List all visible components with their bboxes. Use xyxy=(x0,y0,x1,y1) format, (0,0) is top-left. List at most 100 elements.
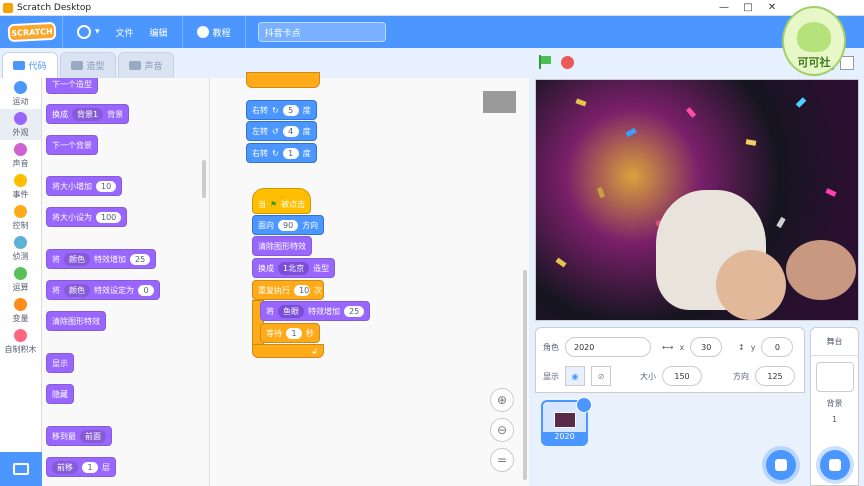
block-text: 右转 xyxy=(252,105,268,115)
category-my-blocks[interactable]: 自制积木 xyxy=(0,326,41,357)
category-label: 声音 xyxy=(12,158,29,168)
zoom-out-button[interactable]: ⊖ xyxy=(490,418,514,442)
block-next-costume[interactable]: 下一个造型 xyxy=(46,78,98,94)
size-set-input[interactable]: 100 xyxy=(96,211,122,223)
choose-backdrop-button[interactable] xyxy=(820,450,850,480)
tab-code[interactable]: 代码 xyxy=(2,52,58,78)
sprite-thumbnail xyxy=(483,91,516,113)
stop-button[interactable] xyxy=(561,56,574,69)
category-sensing[interactable]: 侦测 xyxy=(0,233,41,264)
block-set-effect[interactable]: 将颜色 特效设定为 0 xyxy=(46,280,160,300)
block-show[interactable]: 显示 xyxy=(46,353,74,373)
maximize-button[interactable]: □ xyxy=(736,2,760,13)
repeat-count-input[interactable]: 10 xyxy=(294,284,310,296)
block-wait[interactable]: 等待 1 秒 xyxy=(260,323,320,343)
turn-left-input[interactable]: 4 xyxy=(282,125,299,137)
show-label: 显示 xyxy=(543,371,559,381)
block-hide[interactable]: 隐藏 xyxy=(46,384,74,404)
script-workspace[interactable]: 右转 ↻ 5 度 左转 ↺ 4 度 右转 ↻ 1 度 当 ⚑ 被点击 面向 90 方向 清除图形特效 换成… xyxy=(210,72,529,486)
turn-right-input[interactable]: 1 xyxy=(282,147,299,159)
effect-change-input[interactable]: 25 xyxy=(130,253,151,265)
category-looks[interactable]: 外观 xyxy=(0,109,41,140)
category-motion[interactable]: 运动 xyxy=(0,78,41,109)
block-text: 等待 xyxy=(266,328,282,338)
repeat-block-end: ↲ xyxy=(252,344,324,358)
add-extension-button[interactable] xyxy=(0,452,42,486)
sensing-dot-icon xyxy=(14,235,27,249)
effect-change-input[interactable]: 25 xyxy=(344,305,365,317)
edit-menu[interactable]: 编辑 xyxy=(142,16,176,48)
y-arrows-icon: ↕ xyxy=(738,342,745,352)
tab-sounds[interactable]: 声音 xyxy=(118,52,174,78)
y-input[interactable]: 0 xyxy=(761,337,794,357)
file-menu[interactable]: 文件 xyxy=(108,16,142,48)
close-button[interactable]: ✕ xyxy=(760,2,784,13)
delete-sprite-button[interactable] xyxy=(576,397,592,413)
wait-seconds-input[interactable]: 1 xyxy=(286,327,302,339)
palette-scrollbar[interactable] xyxy=(202,160,206,198)
layer-direction-dropdown[interactable]: 前移 xyxy=(52,460,78,474)
block-text: 将大小增加 xyxy=(52,181,92,191)
block-clear-effects[interactable]: 清除图形特效 xyxy=(252,236,312,256)
tab-costumes[interactable]: 造型 xyxy=(60,52,116,78)
language-menu[interactable]: ▾ xyxy=(69,16,108,48)
category-label: 运动 xyxy=(12,96,29,106)
block-go-layers[interactable]: 前移 1 层 xyxy=(46,457,116,477)
hide-sprite-button[interactable]: ⊘ xyxy=(591,366,611,386)
choose-sprite-button[interactable] xyxy=(766,450,796,480)
scratch-logo[interactable]: SCRATCH xyxy=(7,21,57,43)
costume-dropdown[interactable]: 1北京 xyxy=(278,261,310,275)
sprite-name-input[interactable]: 2020 xyxy=(565,337,651,357)
block-point-direction[interactable]: 面向 90 方向 xyxy=(252,215,325,235)
block-clear-effects[interactable]: 清除图形特效 xyxy=(46,311,106,331)
block-change-effect[interactable]: 将鱼眼 特效增加 25 xyxy=(260,301,371,321)
effect-dropdown[interactable]: 鱼眼 xyxy=(278,304,304,318)
block-turn-left[interactable]: 左转 ↺ 4 度 xyxy=(246,121,317,141)
layer-dropdown[interactable]: 前面 xyxy=(80,429,106,443)
size-change-input[interactable]: 10 xyxy=(96,180,117,192)
block-switch-costume[interactable]: 换成 1北京 造型 xyxy=(252,258,336,278)
effect-dropdown[interactable]: 颜色 xyxy=(64,252,90,266)
block-turn-right[interactable]: 右转 ↻ 1 度 xyxy=(246,143,317,163)
block-next-backdrop[interactable]: 下一个背景 xyxy=(46,135,98,155)
minimize-button[interactable]: — xyxy=(712,2,736,13)
size-input[interactable]: 150 xyxy=(662,366,702,386)
window-title: Scratch Desktop xyxy=(17,2,92,13)
block-go-to-layer[interactable]: 移到最 前面 xyxy=(46,426,112,446)
block-turn-right[interactable]: 右转 ↻ 5 度 xyxy=(246,100,317,120)
category-variables[interactable]: 变量 xyxy=(0,295,41,326)
effect-set-input[interactable]: 0 xyxy=(138,284,154,296)
green-flag-button[interactable] xyxy=(537,55,551,69)
direction-input[interactable]: 90 xyxy=(278,219,299,231)
effect-dropdown[interactable]: 颜色 xyxy=(64,283,90,297)
block-palette: 下一个造型 换成 背景1 背景 下一个背景 将大小增加 10 将大小设为 100 将颜色… xyxy=(42,78,210,486)
control-block-end[interactable] xyxy=(246,72,320,88)
zoom-reset-button[interactable]: = xyxy=(490,448,514,472)
category-operators[interactable]: 运算 xyxy=(0,264,41,295)
block-set-size[interactable]: 将大小设为 100 xyxy=(46,207,128,227)
zoom-in-button[interactable]: ⊕ xyxy=(490,388,514,412)
category-events[interactable]: 事件 xyxy=(0,171,41,202)
category-sound[interactable]: 声音 xyxy=(0,140,41,171)
direction-input[interactable]: 125 xyxy=(755,366,795,386)
stage-canvas[interactable] xyxy=(535,79,859,321)
stage-thumbnail[interactable] xyxy=(815,362,854,392)
block-repeat[interactable]: 重复执行 10 次 xyxy=(252,280,324,300)
x-input[interactable]: 30 xyxy=(690,337,723,357)
speaker-icon xyxy=(129,61,142,70)
block-text: 当 xyxy=(258,199,266,209)
block-change-size[interactable]: 将大小增加 10 xyxy=(46,176,123,196)
block-when-flag-clicked[interactable]: 当 ⚑ 被点击 xyxy=(252,188,312,214)
backdrop-dropdown[interactable]: 背景1 xyxy=(72,107,104,121)
tutorials-menu[interactable]: 教程 xyxy=(189,16,239,48)
turn-right-input[interactable]: 5 xyxy=(282,104,299,116)
fullscreen-button[interactable] xyxy=(840,56,854,70)
project-title-input[interactable]: 抖音卡点 xyxy=(257,22,386,42)
layers-input[interactable]: 1 xyxy=(82,461,98,473)
block-change-effect[interactable]: 将颜色 特效增加 25 xyxy=(46,249,157,269)
block-text: 将大小设为 xyxy=(52,212,92,222)
block-switch-backdrop[interactable]: 换成 背景1 背景 xyxy=(46,104,130,124)
category-control[interactable]: 控制 xyxy=(0,202,41,233)
show-sprite-button[interactable]: ◉ xyxy=(565,366,585,386)
workspace-scrollbar[interactable] xyxy=(523,270,527,480)
